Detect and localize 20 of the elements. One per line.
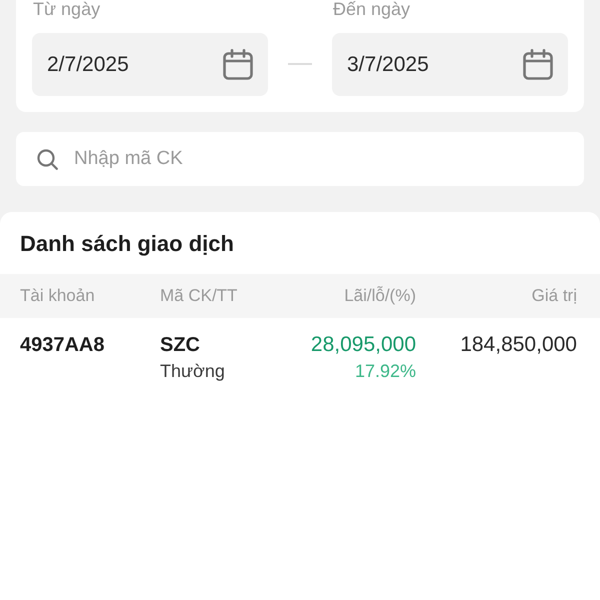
section-title: Danh sách giao dịch [19,230,235,258]
column-header: Tài khoản [20,286,96,306]
profit-loss-percent: 17.92% [354,360,416,383]
search-field[interactable]: Nhập mã CK [16,132,584,186]
account-number: 4937AA8 [20,334,105,356]
trade-value: 184,850,000 [460,333,577,356]
column-header: Mã CK/TT [160,286,238,306]
order-type: Thường [160,360,226,383]
date-field[interactable]: 2/7/2025 [32,33,268,96]
column-header: Lãi/lỗ/(%) [344,286,416,306]
profit-loss-amount: 28,095,000 [310,332,416,358]
date-label: Từ ngày [32,0,102,20]
stock-symbol: SZC [160,333,201,358]
range-separator [288,63,312,65]
calendar-icon[interactable] [523,49,553,80]
date-label: Đến ngày [332,0,412,20]
search-icon [37,149,58,170]
column-header: Giá trị [532,286,577,306]
date-field[interactable]: 3/7/2025 [332,33,568,96]
calendar-icon[interactable] [223,49,253,80]
